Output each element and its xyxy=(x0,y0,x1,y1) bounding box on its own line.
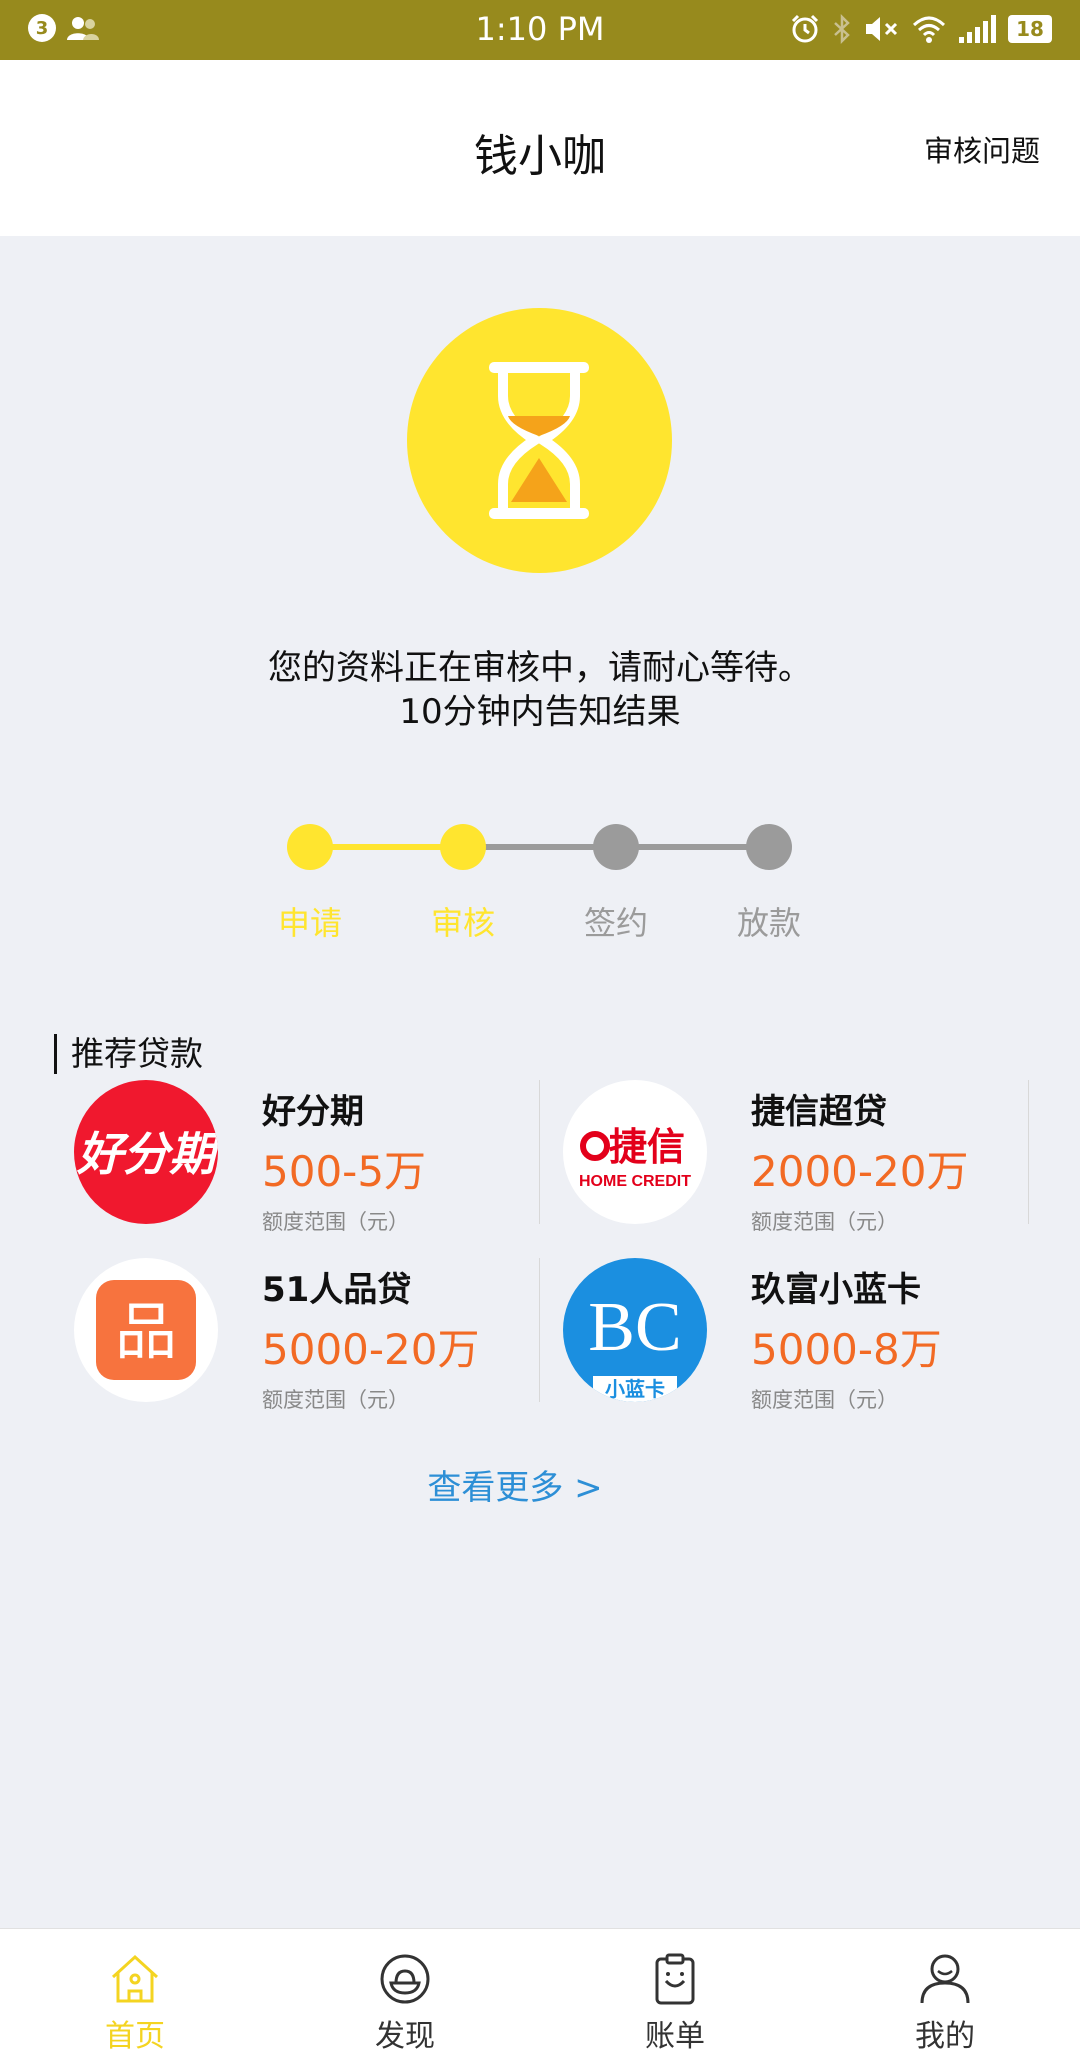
tab-label: 发现 xyxy=(375,2019,435,2054)
section-title-recommended: 推荐贷款 xyxy=(54,1034,203,1074)
bill-icon xyxy=(655,1953,695,2005)
product-name: 玖富小蓝卡 xyxy=(751,1270,921,1310)
review-questions-link[interactable]: 审核问题 xyxy=(924,128,1040,170)
alarm-icon xyxy=(791,14,819,43)
svg-text:小蓝卡: 小蓝卡 xyxy=(605,1377,665,1401)
jiufu-bluecard-logo: BC 小蓝卡 xyxy=(563,1258,707,1402)
product-name: 好分期 xyxy=(262,1092,364,1132)
profile-icon xyxy=(920,1954,970,2004)
tab-bill[interactable]: 账单 xyxy=(540,1929,810,2060)
progress-dot-sign xyxy=(593,824,639,870)
home-credit-logo-mark: 捷信 HOME CREDIT xyxy=(579,1125,691,1190)
svg-text:HOME CREDIT: HOME CREDIT xyxy=(579,1173,691,1190)
product-divider xyxy=(539,1080,540,1224)
hourglass-badge xyxy=(407,308,672,573)
product-amount: 2000-20万 xyxy=(751,1147,969,1196)
svg-text:BC: BC xyxy=(588,1289,681,1366)
product-range-label: 额度范围（元） xyxy=(262,1210,409,1234)
product-amount: 5000-8万 xyxy=(751,1325,942,1374)
page-title: 钱小咖 xyxy=(474,131,606,182)
status-bar: 3 1:10 PM 18 xyxy=(0,0,1080,60)
haofenqi-logo: 好分期 xyxy=(74,1080,218,1224)
bottom-tab-bar: 首页 发现 账单 我的 xyxy=(0,1928,1080,2060)
product-card-haofenqi[interactable]: 好分期 好分期 500-5万 额度范围（元） xyxy=(54,1080,544,1234)
product-amount: 5000-20万 xyxy=(262,1325,480,1374)
tab-profile[interactable]: 我的 xyxy=(810,1929,1080,2060)
product-range-label: 额度范围（元） xyxy=(751,1210,898,1234)
hourglass-icon xyxy=(489,362,589,519)
home-credit-logo: 捷信 HOME CREDIT xyxy=(563,1080,707,1224)
tab-label: 我的 xyxy=(915,2019,975,2054)
product-range-label: 额度范围（元） xyxy=(751,1388,898,1412)
product-range-label: 额度范围（元） xyxy=(262,1388,409,1412)
review-status-line1: 您的资料正在审核中，请耐心等待。 xyxy=(268,648,812,688)
mute-icon xyxy=(866,17,898,41)
product-amount: 500-5万 xyxy=(262,1147,427,1196)
product-card-51renpin[interactable]: 品 51人品贷 5000-20万 额度范围（元） xyxy=(54,1258,544,1412)
wifi-icon xyxy=(912,16,946,43)
review-status-message: 您的资料正在审核中，请耐心等待。 10分钟内告知结果 xyxy=(0,646,1080,734)
battery-indicator: 18 xyxy=(1008,15,1052,43)
tab-discover[interactable]: 发现 xyxy=(270,1929,540,2060)
svg-text:品: 品 xyxy=(115,1295,177,1368)
product-card-jiufu-bluecard[interactable]: BC 小蓝卡 玖富小蓝卡 5000-8万 额度范围（元） xyxy=(543,1258,1033,1412)
progress-dot-review xyxy=(440,824,486,870)
progress-dot-disburse xyxy=(746,824,792,870)
progress-label-review: 审核 xyxy=(430,904,495,942)
review-status-line2: 10分钟内告知结果 xyxy=(399,692,681,732)
progress-stepper: 申请 审核 签约 放款 xyxy=(0,820,1080,950)
home-icon xyxy=(111,1954,159,2003)
bluetooth-icon xyxy=(834,14,850,44)
tab-label: 账单 xyxy=(645,2019,705,2054)
51renpin-logo: 品 xyxy=(74,1258,218,1402)
51renpin-logo-mark: 品 xyxy=(96,1280,196,1380)
tab-home[interactable]: 首页 xyxy=(0,1929,270,2060)
haofenqi-logo-mark: 好分期 xyxy=(76,1127,218,1181)
discover-icon xyxy=(380,1954,430,2004)
progress-label-disburse: 放款 xyxy=(736,904,801,942)
progress-dot-apply xyxy=(287,824,333,870)
progress-label-sign: 签约 xyxy=(583,904,648,942)
app-header: 钱小咖 审核问题 xyxy=(0,60,1080,236)
product-name: 捷信超贷 xyxy=(751,1092,887,1132)
signal-icon xyxy=(959,15,996,43)
progress-label-apply: 申请 xyxy=(277,904,342,942)
svg-text:捷信: 捷信 xyxy=(609,1125,685,1169)
status-bar-right: 18 xyxy=(790,14,1052,44)
svg-text:好分期: 好分期 xyxy=(76,1127,218,1181)
product-divider xyxy=(539,1258,540,1402)
product-name: 51人品贷 xyxy=(262,1270,412,1310)
product-card-home-credit[interactable]: 捷信 HOME CREDIT 捷信超贷 2000-20万 额度范围（元） xyxy=(543,1080,1033,1234)
tab-label: 首页 xyxy=(105,2019,165,2054)
jiufu-bluecard-logo-mark: BC 小蓝卡 xyxy=(588,1289,682,1402)
view-more-link[interactable]: 查看更多 > xyxy=(0,1460,1030,1509)
